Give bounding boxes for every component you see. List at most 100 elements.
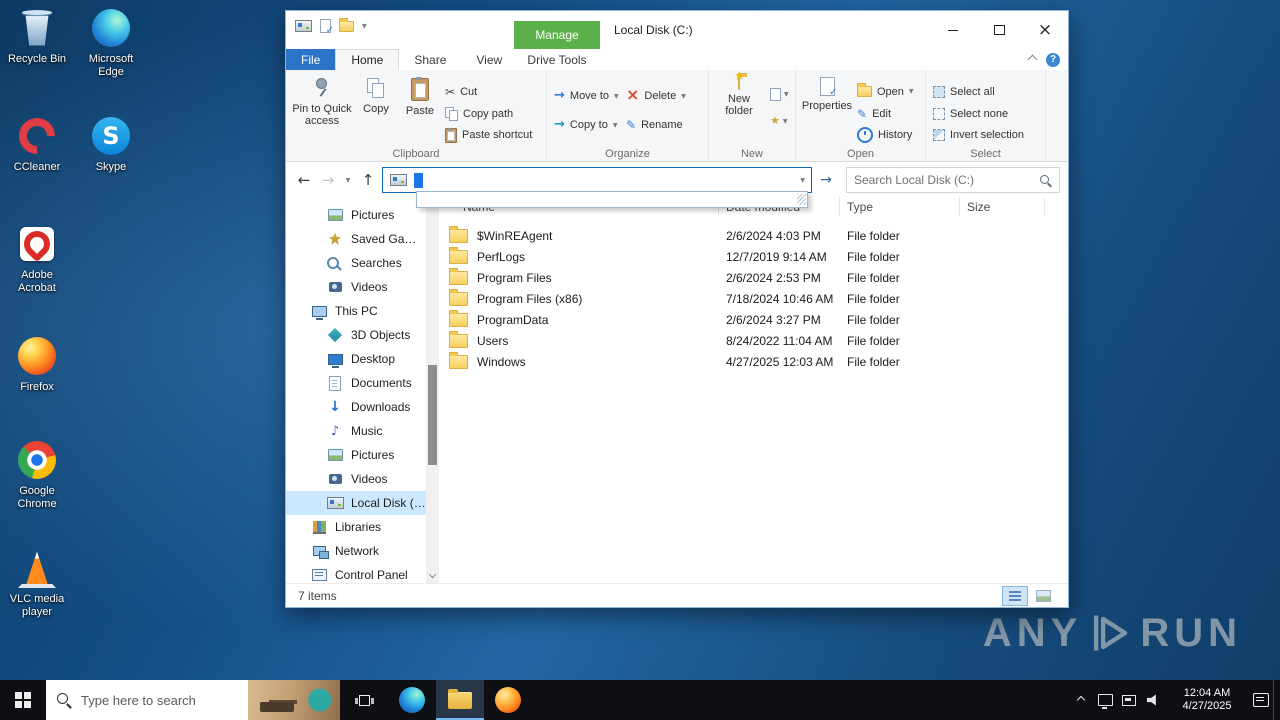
details-view-button[interactable] (1002, 585, 1028, 606)
cut-button[interactable]: Cut (442, 83, 535, 101)
desktop-icon-adobe-acrobat[interactable]: Adobe Acrobat (1, 222, 73, 295)
collapse-ribbon-chevron[interactable] (1027, 54, 1038, 65)
tab-view[interactable]: View (461, 49, 517, 70)
up-button[interactable] (358, 171, 378, 189)
easy-access-button[interactable] (767, 112, 792, 130)
go-button[interactable] (816, 172, 836, 188)
thumbnails-view-button[interactable] (1030, 586, 1056, 606)
manage-contextual-tab[interactable]: Manage (514, 21, 600, 49)
qat-customize-chevron[interactable] (362, 19, 367, 33)
sidebar-item-libraries[interactable]: Libraries (286, 515, 426, 539)
address-dropdown-chevron[interactable] (800, 173, 811, 187)
select-all-button[interactable]: Select all (930, 83, 1027, 101)
invert-selection-button[interactable]: Invert selection (930, 126, 1027, 144)
select-none-button[interactable]: Select none (930, 105, 1027, 123)
file-row[interactable]: Program Files 2/6/2024 2:53 PM File folder (439, 267, 1068, 288)
tab-share[interactable]: Share (399, 49, 461, 70)
anyrun-play-logo-icon (1094, 615, 1128, 651)
move-to-button[interactable]: Move to (551, 87, 623, 105)
taskbar-search[interactable]: Type here to search (46, 680, 340, 720)
saved-games-icon (326, 231, 344, 247)
desktop-icon-vlc-media-player[interactable]: VLC media player (1, 546, 73, 619)
new-folder-button[interactable]: New folder (713, 71, 765, 144)
sidebar-item-music[interactable]: Music (286, 419, 426, 443)
copy-to-icon (554, 119, 565, 131)
tab-home[interactable]: Home (335, 49, 400, 70)
delete-button[interactable]: Delete (623, 87, 689, 105)
sidebar-item-3d-objects[interactable]: 3D Objects (286, 323, 426, 347)
tray-display-button[interactable] (1093, 694, 1117, 709)
copy-button[interactable]: Copy (354, 72, 398, 144)
sidebar-item-control-panel[interactable]: Control Panel (286, 563, 426, 584)
edit-button[interactable]: Edit (854, 105, 917, 123)
desktop-icon-recycle-bin[interactable]: Recycle Bin (1, 6, 73, 66)
desktop-icon-google-chrome[interactable]: Google Chrome (1, 438, 73, 511)
file-row[interactable]: ProgramData 2/6/2024 3:27 PM File folder (439, 309, 1068, 330)
desktop-icon-microsoft-edge[interactable]: Microsoft Edge (75, 6, 147, 79)
sidebar-item-desktop[interactable]: Desktop (286, 347, 426, 371)
button-label: Copy path (463, 107, 514, 120)
file-name-cell: Windows (439, 351, 719, 369)
sidebar-item-searches[interactable]: Searches (286, 251, 426, 275)
qat-new-folder-button[interactable] (339, 17, 354, 32)
sidebar-item-pictures[interactable]: Pictures (286, 203, 426, 227)
taskbar-clock[interactable]: 12:04 AM 4/27/2025 (1165, 687, 1249, 713)
paste-button[interactable]: Paste (398, 72, 442, 144)
task-view-button[interactable] (340, 680, 388, 720)
column-header-type[interactable]: Type (840, 197, 960, 217)
paste-shortcut-button[interactable]: Paste shortcut (442, 126, 535, 144)
sidebar-item-documents[interactable]: Documents (286, 371, 426, 395)
tray-volume-button[interactable] (1141, 694, 1165, 706)
sidebar-item-pictures[interactable]: Pictures (286, 443, 426, 467)
desktop-icon-skype[interactable]: Skype (75, 114, 147, 174)
file-row[interactable]: Users 8/24/2022 11:04 AM File folder (439, 330, 1068, 351)
open-button[interactable]: Open (854, 83, 917, 101)
properties-button[interactable]: Properties (800, 72, 854, 144)
title-bar[interactable]: Manage Local Disk (C:) (286, 11, 1068, 49)
search-highlight-image[interactable] (248, 680, 340, 720)
sidebar-item-videos[interactable]: Videos (286, 275, 426, 299)
maximize-button[interactable] (976, 11, 1022, 49)
scroll-down-arrow-icon[interactable] (429, 571, 436, 578)
address-bar-input[interactable] (382, 167, 812, 193)
hidden-icons-button[interactable] (1069, 695, 1093, 705)
navigation-scrollbar[interactable] (426, 197, 439, 584)
desktop-icon-ccleaner[interactable]: CCleaner (1, 114, 73, 174)
history-button[interactable]: History (854, 126, 917, 144)
file-row[interactable]: PerfLogs 12/7/2019 9:14 AM File folder (439, 246, 1068, 267)
pin-to-quick-access-button[interactable]: Pin to Quick access (290, 72, 354, 144)
taskbar-edge-button[interactable] (388, 680, 436, 720)
back-button[interactable] (294, 171, 314, 189)
taskbar-firefox-button[interactable] (484, 680, 532, 720)
desktop-icon-firefox[interactable]: Firefox (1, 334, 73, 394)
tab-drive-tools[interactable]: Drive Tools (514, 49, 600, 70)
file-row[interactable]: Windows 4/27/2025 12:03 AM File folder (439, 351, 1068, 372)
new-item-button[interactable] (767, 85, 792, 103)
copy-to-button[interactable]: Copy to (551, 116, 623, 134)
action-center-button[interactable] (1249, 693, 1273, 707)
tray-network-button[interactable] (1117, 694, 1141, 706)
close-button[interactable] (1022, 11, 1068, 49)
tab-file[interactable]: File (286, 49, 336, 70)
copy-path-button[interactable]: Copy path (442, 105, 535, 123)
sidebar-item-network[interactable]: Network (286, 539, 426, 563)
recent-locations-chevron[interactable] (342, 173, 354, 187)
taskbar-explorer-button[interactable] (436, 680, 484, 720)
sidebar-item-local-disk-c[interactable]: Local Disk (C:) (286, 491, 426, 515)
start-button[interactable] (0, 680, 46, 720)
forward-button[interactable] (318, 171, 338, 189)
minimize-button[interactable] (930, 11, 976, 49)
qat-properties-button[interactable] (320, 19, 334, 36)
help-icon[interactable] (1046, 52, 1060, 67)
scrollbar-thumb[interactable] (428, 365, 437, 465)
file-row[interactable]: $WinREAgent 2/6/2024 4:03 PM File folder (439, 225, 1068, 246)
show-desktop-button[interactable] (1273, 680, 1280, 720)
search-box[interactable]: Search Local Disk (C:) (846, 167, 1060, 193)
sidebar-item-videos[interactable]: Videos (286, 467, 426, 491)
column-header-size[interactable]: Size (960, 197, 1045, 217)
sidebar-item-saved-games[interactable]: Saved Games (286, 227, 426, 251)
file-row[interactable]: Program Files (x86) 7/18/2024 10:46 AM Fil… (439, 288, 1068, 309)
sidebar-item-downloads[interactable]: Downloads (286, 395, 426, 419)
rename-button[interactable]: Rename (623, 116, 689, 134)
sidebar-item-this-pc[interactable]: This PC (286, 299, 426, 323)
